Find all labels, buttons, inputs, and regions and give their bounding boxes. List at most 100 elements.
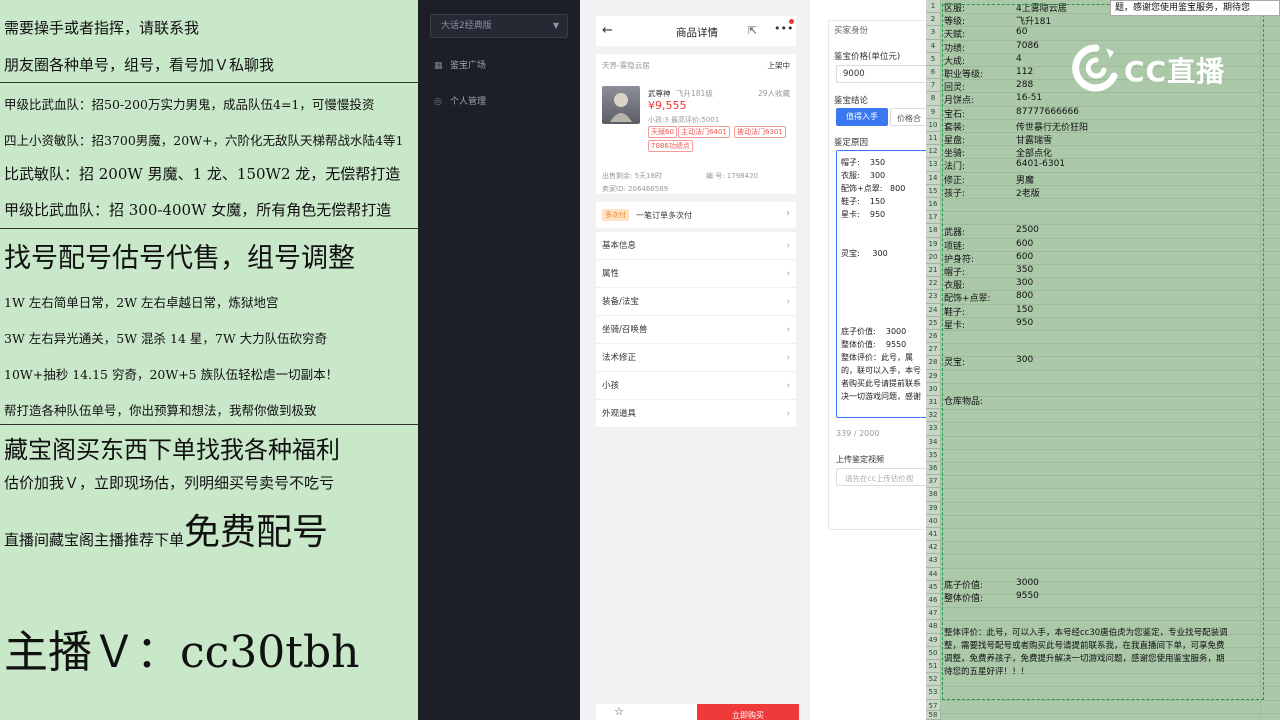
price: ¥9,555 xyxy=(648,99,687,112)
game-select[interactable]: 大话2经典版 ▼ xyxy=(430,14,568,38)
row-number: 28 xyxy=(926,356,940,370)
row-number: 58 xyxy=(926,711,940,720)
app-sidebar: 大话2经典版 ▼ ▦ 鉴宝广场 ◎ 个人管理 xyxy=(418,0,580,720)
section-label: 基本信息 xyxy=(602,241,637,251)
appraisal-form: 买家身份 鉴宝价格(单位元) 9000 鉴宝结论 值得入手 价格合 鉴定原因 帽… xyxy=(810,0,926,720)
grid-line xyxy=(940,712,1280,714)
row-number: 9 xyxy=(926,105,940,119)
section-title: 买家身份 xyxy=(834,26,869,36)
section-label: 外观道具 xyxy=(602,409,637,419)
row-number: 23 xyxy=(926,290,940,304)
tooltip-text: 题，感谢您使用鉴宝服务，期待您 xyxy=(1110,0,1280,16)
row-number: 15 xyxy=(926,184,940,198)
row-number: 30 xyxy=(926,382,940,396)
chevron-right-icon: › xyxy=(786,353,790,363)
divider xyxy=(0,82,418,83)
character-level: 飞升181级 xyxy=(676,89,713,98)
row-number: 49 xyxy=(926,633,940,647)
video-upload-input[interactable]: 请先在cc上传估价视 xyxy=(836,468,926,486)
eval-line: 整，需要找号配号或者购买此号请提前联系我，在我直播间下单，可享免费 xyxy=(944,641,1225,651)
reason-line: 底子价值: 3000 xyxy=(841,327,907,336)
section-mounts[interactable]: 坐骑/召唤兽 › xyxy=(596,316,796,344)
row-number: 44 xyxy=(926,567,940,581)
promo-text: 直播间藏宝阁主播推荐下单 xyxy=(4,531,185,549)
back-arrow-icon[interactable]: ← xyxy=(602,23,613,38)
row-number: 33 xyxy=(926,422,940,436)
home-icon: ▦ xyxy=(434,61,443,71)
section-equipment[interactable]: 装备/法宝 › xyxy=(596,288,796,316)
reason-line: 鞋子: 150 xyxy=(841,197,886,206)
eval-line: 调整，免费养孩子，免费提升解决一切游戏问题，感谢您使用鉴宝服务，期 xyxy=(944,654,1225,664)
promo-line-free: 直播间藏宝阁主播推荐下单 免费配号 xyxy=(4,503,328,555)
reason-line xyxy=(841,221,921,234)
star-icon[interactable]: ☆ xyxy=(614,705,624,718)
fair-price-button[interactable]: 价格合 xyxy=(890,108,926,126)
chevron-right-icon: › xyxy=(786,241,790,251)
cc-live-logo: CC直播 xyxy=(1070,42,1240,94)
row-number: 50 xyxy=(926,646,940,660)
video-placeholder: 请先在cc上传估价视 xyxy=(845,474,914,483)
selection-border xyxy=(942,4,1264,700)
serial-number: 编 号: 1798420 xyxy=(706,172,758,180)
reason-line: 整体价值: 9550 xyxy=(841,340,907,349)
promo-line: 甲级比武血队：招 300-400W 女魔，所有角色无偿帮打造 xyxy=(4,201,392,219)
conclusion-label: 鉴宝结论 xyxy=(834,96,869,106)
sheet-key: 灵宝: xyxy=(944,358,966,368)
section-appearance[interactable]: 外观道具 › xyxy=(596,400,796,428)
chevron-right-icon: › xyxy=(786,208,790,219)
row-number: 37 xyxy=(926,475,940,489)
row-number: 51 xyxy=(926,660,940,674)
divider xyxy=(0,424,418,425)
chevron-right-icon: › xyxy=(786,381,790,391)
spreadsheet: 1 区服: 4上雾隐云居 2 等级: 飞升181 3 天赋: 60 4 功绩: 7086 5 大成: 4 6 职… xyxy=(926,0,1280,720)
divider xyxy=(0,228,418,229)
reason-line: 衣服: 300 xyxy=(841,171,886,180)
chevron-right-icon: › xyxy=(786,269,790,279)
grid-line xyxy=(940,0,941,720)
reason-line: 者购买此号请提前联系 xyxy=(841,379,921,388)
promo-line: 朋友圈各种单号，组号，看号加Ｖ私聊我 xyxy=(4,56,275,74)
row-number: 27 xyxy=(926,343,940,357)
buy-now-button[interactable]: 立即购买 xyxy=(697,704,799,720)
section-children[interactable]: 小孩 › xyxy=(596,372,796,400)
row-number: 1 xyxy=(926,0,940,14)
reason-textarea[interactable]: 帽子: 350 衣服: 300 配饰+点翠: 800 鞋子: 150 星卡: 9… xyxy=(836,150,926,418)
section-label: 坐骑/召唤兽 xyxy=(602,325,648,335)
eval-line: 待您的五星好评！！！ xyxy=(944,667,1030,677)
installment-banner[interactable]: 多次付 一笔订单多次付 › xyxy=(596,202,796,228)
section-basic-info[interactable]: 基本信息 › xyxy=(596,232,796,260)
worth-buying-button[interactable]: 值得入手 xyxy=(836,108,888,126)
nav-item-appraisal-plaza[interactable]: ▦ 鉴宝广场 xyxy=(434,58,486,71)
row-number: 36 xyxy=(926,462,940,476)
nav-item-personal[interactable]: ◎ 个人管理 xyxy=(434,94,486,107)
overall-evaluation: 整体评价：此号，可以入手，本号经cc30唐伯虎为您鉴定，专业找号配装调 整，需要… xyxy=(944,627,1228,679)
section-attributes[interactable]: 属性 › xyxy=(596,260,796,288)
row-number: 40 xyxy=(926,514,940,528)
nav-label: 鉴宝广场 xyxy=(450,61,487,71)
promo-line: 四上小资敏队：招3700男魔，20W+，六阶化无敌队天梯帮战水陆4等1 xyxy=(4,133,404,148)
row-number: 12 xyxy=(926,145,940,159)
reason-lines: 帽子: 350 衣服: 300 配饰+点翠: 800 鞋子: 150 星卡: 9… xyxy=(841,156,921,403)
row-number: 26 xyxy=(926,330,940,344)
row-number: 14 xyxy=(926,171,940,185)
reason-line xyxy=(841,234,921,247)
row-number: 19 xyxy=(926,237,940,251)
promo-line: 10W+抽秒 14.15 穷奇，20W+5 族队伍轻松虐一切副本！ xyxy=(4,367,339,382)
price-label: 鉴宝价格(单位元) xyxy=(834,52,901,62)
character-avatar xyxy=(602,86,640,124)
row-number: 20 xyxy=(926,250,940,264)
promo-line: 估价加我Ｖ，立即现场估，列明细买号卖号不吃亏 xyxy=(4,474,335,492)
row-number: 42 xyxy=(926,541,940,555)
promo-line: 需要操手或者指挥，请联系我 xyxy=(4,19,200,37)
sheet-value: 9550 xyxy=(1016,591,1039,601)
section-spell-correction[interactable]: 法术修正 › xyxy=(596,344,796,372)
share-icon[interactable]: ⇱ xyxy=(748,24,757,37)
row-number: 10 xyxy=(926,118,940,132)
character-name: 武尊神 xyxy=(648,89,671,98)
nav-label: 个人管理 xyxy=(450,97,487,107)
price-input[interactable]: 9000 xyxy=(836,65,926,83)
row-number: 38 xyxy=(926,488,940,502)
detail-sections: 基本信息 › 属性 › 装备/法宝 › 坐骑/召唤兽 › 法术修正 › 小孩 › 外观道具 › xyxy=(596,232,796,428)
row-number: 35 xyxy=(926,448,940,462)
section-label: 装备/法宝 xyxy=(602,297,639,307)
